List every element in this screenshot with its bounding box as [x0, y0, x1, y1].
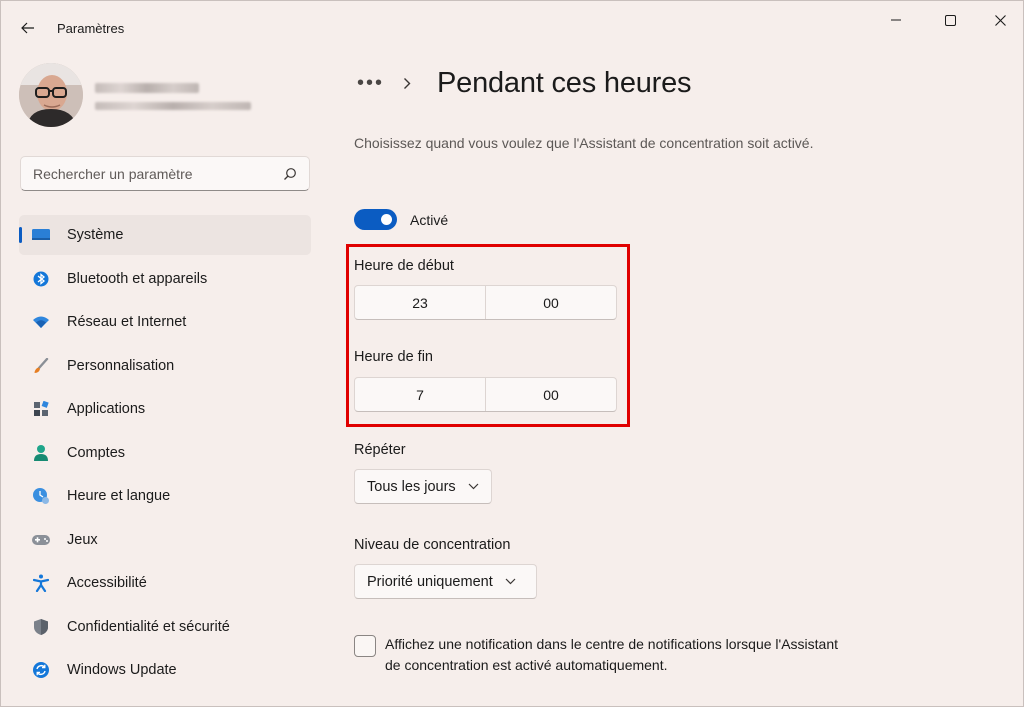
active-toggle[interactable]	[354, 209, 397, 230]
sidebar-item-applications[interactable]: Applications	[19, 389, 311, 429]
search-input[interactable]	[33, 165, 283, 182]
minimize-button[interactable]	[873, 7, 919, 33]
monitor-icon	[31, 225, 51, 245]
sidebar-item-label: Heure et langue	[67, 488, 171, 504]
repeat-label: Répéter	[354, 442, 406, 458]
update-icon	[31, 660, 51, 680]
active-toggle-row: Activé	[354, 209, 448, 230]
end-hour[interactable]: 7	[355, 378, 485, 411]
sidebar-item-label: Windows Update	[67, 662, 177, 678]
repeat-dropdown[interactable]: Tous les jours	[354, 469, 492, 504]
sidebar-item-privacy[interactable]: Confidentialité et sécurité	[19, 607, 311, 647]
maximize-button[interactable]	[927, 7, 973, 33]
sidebar-item-windows-update[interactable]: Windows Update	[19, 650, 311, 690]
sidebar-item-label: Bluetooth et appareils	[67, 270, 208, 287]
sidebar-item-label: Confidentialité et sécurité	[67, 618, 230, 635]
close-button[interactable]	[977, 7, 1023, 33]
focus-level-value: Priorité uniquement	[367, 573, 493, 590]
start-time-label: Heure de début	[354, 258, 454, 274]
minimize-icon	[891, 19, 901, 21]
bluetooth-icon	[31, 269, 51, 289]
gamepad-icon	[31, 530, 51, 550]
sidebar-item-label: Jeux	[67, 531, 98, 548]
apps-icon	[31, 399, 51, 419]
wifi-icon	[31, 312, 51, 332]
start-time-picker[interactable]: 23 00	[354, 285, 617, 320]
title-bar: Paramètres	[1, 1, 1023, 45]
shield-icon	[31, 617, 51, 637]
sidebar-item-label: Comptes	[67, 444, 126, 461]
chevron-right-icon	[403, 77, 423, 90]
page-description: Choisissez quand vous voulez que l'Assis…	[354, 135, 814, 151]
sidebar-nav: Système Bluetooth et appareils Réseau et…	[19, 215, 311, 694]
breadcrumb-more-button[interactable]: •••	[357, 73, 397, 93]
sidebar-item-accessibility[interactable]: Accessibilité	[19, 563, 311, 603]
chevron-down-icon	[468, 483, 479, 490]
sidebar-item-network[interactable]: Réseau et Internet	[19, 302, 311, 342]
sidebar-item-label: Personnalisation	[67, 357, 175, 374]
sidebar-item-time-language[interactable]: Heure et langue	[19, 476, 311, 516]
search-box[interactable]	[20, 156, 310, 191]
page-title: Pendant ces heures	[437, 66, 692, 99]
sidebar-item-bluetooth[interactable]: Bluetooth et appareils	[19, 259, 311, 299]
profile-name-redacted	[95, 83, 199, 93]
notification-checkbox-label: Affichez une notification dans le centre…	[385, 636, 839, 673]
end-time-picker[interactable]: 7 00	[354, 377, 617, 412]
sidebar-item-label: Système	[67, 227, 124, 243]
sidebar-item-label: Applications	[67, 401, 146, 417]
sidebar-item-label: Réseau et Internet	[67, 314, 187, 330]
end-minute[interactable]: 00	[485, 378, 616, 411]
search-icon[interactable]	[283, 167, 297, 181]
settings-window: Paramètres Rechercher un paramètre Systè…	[0, 0, 1024, 707]
back-button[interactable]	[15, 15, 41, 41]
start-hour[interactable]: 23	[355, 286, 485, 319]
accessibility-icon	[31, 573, 51, 593]
maximize-icon	[944, 14, 956, 26]
focus-level-label: Niveau de concentration	[354, 537, 511, 553]
profile-email-redacted	[95, 102, 251, 110]
person-icon	[31, 443, 51, 463]
sidebar-item-gaming[interactable]: Jeux	[19, 520, 311, 560]
chevron-down-icon	[505, 578, 516, 585]
close-icon	[994, 14, 1006, 26]
sidebar-item-personalization[interactable]: Personnalisation	[19, 346, 311, 386]
sidebar-item-accounts[interactable]: Comptes	[19, 433, 311, 473]
notification-checkbox[interactable]	[354, 635, 376, 657]
start-minute[interactable]: 00	[485, 286, 616, 319]
end-time-label: Heure de fin	[354, 349, 433, 365]
brush-icon	[31, 356, 51, 376]
user-photo-icon	[19, 63, 83, 127]
clock-globe-icon	[31, 486, 51, 506]
sidebar-item-label: Accessibilité	[67, 575, 147, 591]
repeat-value: Tous les jours	[367, 478, 456, 495]
breadcrumb: ••• Pendant ces heures	[357, 63, 692, 103]
app-title: Paramètres	[57, 21, 125, 36]
sidebar-item-systeme[interactable]: Système	[19, 215, 311, 255]
avatar[interactable]	[19, 63, 83, 127]
arrow-left-icon	[21, 22, 34, 34]
toggle-label: Activé	[410, 211, 449, 228]
focus-level-dropdown[interactable]: Priorité uniquement	[354, 564, 537, 599]
